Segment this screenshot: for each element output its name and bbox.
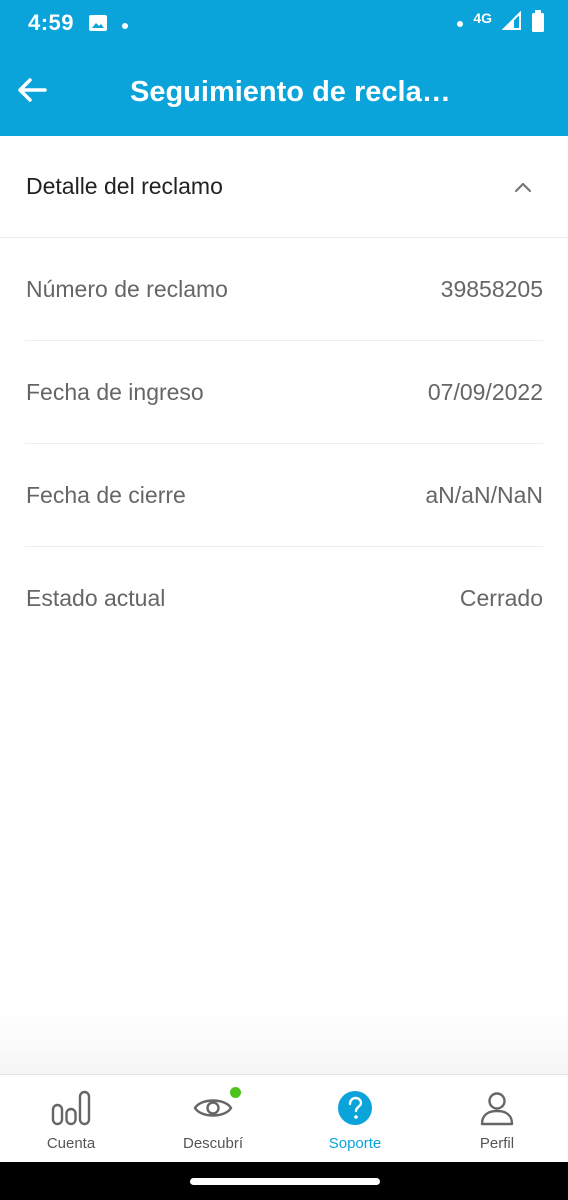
nav-label: Cuenta <box>46 1135 96 1152</box>
section-header-detalle[interactable]: Detalle del reclamo <box>0 136 568 238</box>
status-bar: 4:59 4G <box>0 0 568 50</box>
image-icon <box>88 14 108 37</box>
help-circle-icon <box>333 1089 377 1127</box>
nav-label: Perfil <box>479 1135 515 1152</box>
section-title: Detalle del reclamo <box>26 173 223 199</box>
status-dot-icon <box>457 20 464 27</box>
detail-label: Fecha de cierre <box>26 482 186 508</box>
nav-item-cuenta[interactable]: Cuenta <box>0 1075 142 1162</box>
detail-row-numero: Número de reclamo 39858205 <box>25 238 543 341</box>
detail-label: Fecha de ingreso <box>26 379 204 405</box>
nav-item-soporte[interactable]: Soporte <box>284 1075 426 1162</box>
detail-label: Número de reclamo <box>26 276 228 302</box>
detail-value: aN/aN/NaN <box>425 482 543 508</box>
detail-label: Estado actual <box>26 585 166 611</box>
nav-item-descubri[interactable]: Descubrí <box>142 1075 284 1162</box>
notification-dot-icon <box>122 22 128 29</box>
detail-value: Cerrado <box>459 585 543 611</box>
bar-chart-icon <box>49 1089 93 1127</box>
detail-row-estado: Estado actual Cerrado <box>25 547 543 650</box>
chevron-up-icon[interactable] <box>512 176 534 198</box>
user-icon <box>475 1089 519 1127</box>
detail-value: 39858205 <box>440 276 543 302</box>
eye-icon <box>191 1087 241 1127</box>
status-left-icons <box>88 14 128 37</box>
bottom-nav: Cuenta Descubrí Soporte Perfil <box>0 1074 568 1162</box>
home-gesture-handle[interactable] <box>190 1178 380 1185</box>
app-bar: Seguimiento de recla… <box>0 50 568 136</box>
nav-label: Soporte <box>328 1135 382 1152</box>
new-badge <box>230 1087 241 1098</box>
detail-row-fecha-ingreso: Fecha de ingreso 07/09/2022 <box>25 341 543 444</box>
arrow-left-icon <box>17 77 47 108</box>
nav-item-perfil[interactable]: Perfil <box>426 1075 568 1162</box>
network-type: 4G <box>473 9 492 26</box>
claim-details: Número de reclamo 39858205 Fecha de ingr… <box>0 238 568 650</box>
status-time: 4:59 <box>28 10 75 35</box>
status-right-icons: 4G <box>457 10 544 37</box>
nav-label: Descubrí <box>182 1135 244 1152</box>
battery-icon <box>532 10 544 37</box>
back-button[interactable] <box>14 74 50 110</box>
system-gesture-bar <box>0 1162 568 1200</box>
detail-row-fecha-cierre: Fecha de cierre aN/aN/NaN <box>25 444 543 547</box>
detail-value: 07/09/2022 <box>427 379 543 405</box>
page-title: Seguimiento de recla… <box>130 76 451 108</box>
signal-icon <box>501 10 522 36</box>
bottom-nav-shadow <box>0 1010 568 1074</box>
